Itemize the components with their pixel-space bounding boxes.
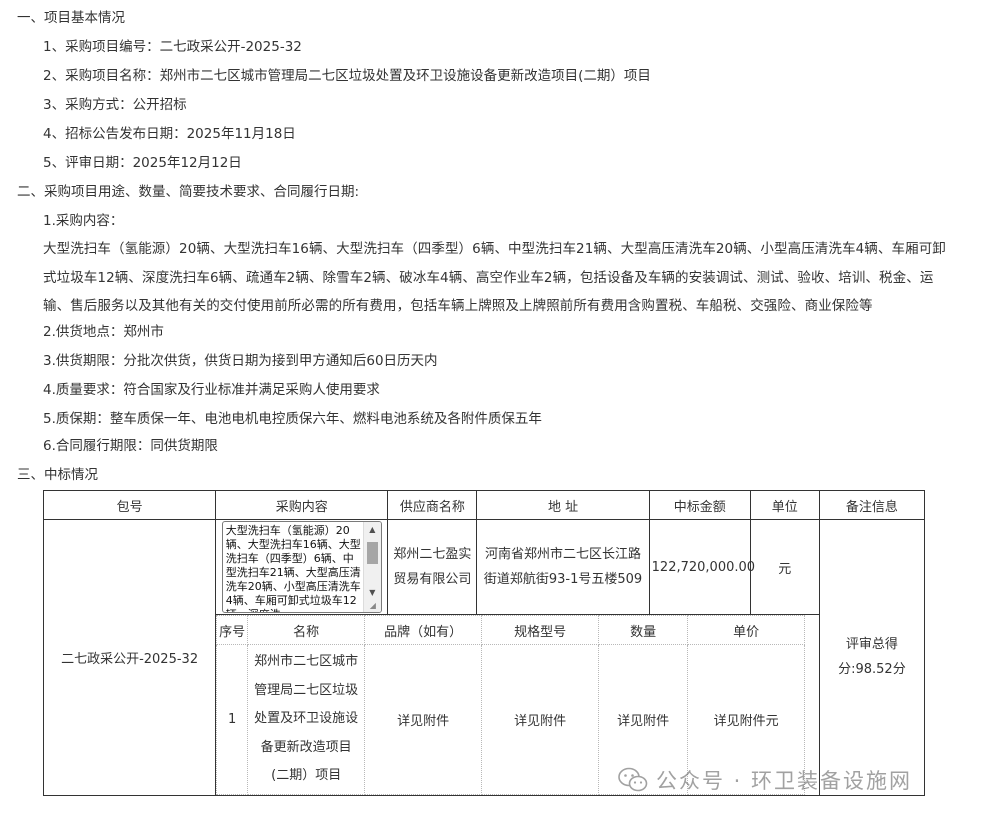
header-content: 采购内容 [215, 490, 389, 520]
award-table-row: 二七政采公开-2025-32 大型洗扫车（氢能源）20辆、大型洗扫车16辆、大型… [42, 519, 926, 796]
section-heading-basic-info: 一、项目基本情况 [17, 10, 125, 26]
detail-brand: 详见附件 [364, 644, 483, 795]
item-project-name: 2、采购项目名称：郑州市二七区城市管理局二七区垃圾处置及环卫设施设备更新改造项目… [43, 68, 651, 84]
detail-name-line: 处置及环卫设施设 [254, 711, 359, 727]
detail-name-line: 备更新改造项目 [260, 739, 352, 755]
resize-grip-icon[interactable]: ◢ [370, 601, 380, 611]
content-textarea[interactable]: 大型洗扫车（氢能源）20辆、大型洗扫车16辆、大型洗扫车（四季型）6辆、中型洗扫… [221, 521, 382, 613]
package-number-cell: 二七政采公开-2025-32 [42, 519, 217, 796]
amount-cell: 122,720,000.00 [648, 519, 755, 615]
detail-header-price: 单价 [687, 615, 806, 645]
scroll-down-arrow-icon[interactable]: ▼ [364, 585, 381, 600]
scroll-up-arrow-icon[interactable]: ▲ [364, 522, 381, 537]
remarks-line: 分:98.52分 [838, 662, 906, 678]
supplier-cell: 郑州二七盈实 贸易有限公司 [387, 519, 478, 615]
header-remarks: 备注信息 [818, 490, 926, 520]
detail-name: 郑州市二七区城市 管理局二七区垃圾 处置及环卫设施设 备更新改造项目 (二期）项… [247, 644, 366, 795]
remarks-cell: 评审总得 分:98.52分 [818, 519, 926, 796]
detail-model: 详见附件 [481, 644, 600, 795]
scroll-thumb[interactable] [366, 542, 378, 564]
content-textarea-text: 大型洗扫车（氢能源）20辆、大型洗扫车16辆、大型洗扫车（四季型）6辆、中型洗扫… [225, 524, 361, 612]
header-unit: 单位 [749, 490, 820, 520]
address-cell: 河南省郑州市二七区长江路 街道郑航街93-1号五楼509 [476, 519, 650, 615]
item-contract-period: 6.合同履行期限：同供货期限 [43, 438, 218, 454]
wechat-icon [618, 767, 648, 793]
textarea-scrollbar[interactable]: ▲ ▼ [362, 522, 381, 612]
header-amount: 中标金额 [648, 490, 751, 520]
detail-header-qty: 数量 [598, 615, 689, 645]
content-line: 大型洗扫车（氢能源）20辆、大型洗扫车16辆、大型洗扫车（四季型）6辆、中型洗扫… [43, 241, 946, 257]
detail-header-seq: 序号 [216, 615, 249, 645]
item-quality-requirement: 4.质量要求：符合国家及行业标准并满足采购人使用要求 [43, 382, 380, 398]
detail-header-name: 名称 [247, 615, 366, 645]
header-package: 包号 [42, 490, 217, 520]
detail-name-line: 郑州市二七区城市 [254, 654, 359, 669]
item-delivery-period: 3.供货期限：分批次供货，供货日期为接到甲方通知后60日历天内 [43, 353, 438, 369]
content-cell: 大型洗扫车（氢能源）20辆、大型洗扫车16辆、大型洗扫车（四季型）6辆、中型洗扫… [215, 519, 389, 615]
section-heading-requirements: 二、采购项目用途、数量、简要技术要求、合同履行日期: [17, 184, 360, 200]
procurement-content-paragraph: 大型洗扫车（氢能源）20辆、大型洗扫车16辆、大型洗扫车（四季型）6辆、中型洗扫… [43, 235, 973, 321]
section-heading-award: 三、中标情况 [17, 467, 98, 483]
item-project-number: 1、采购项目编号：二七政采公开-2025-32 [43, 39, 302, 55]
detail-name-line: (二期）项目 [271, 768, 342, 784]
award-table: 包号 采购内容 供应商名称 地 址 中标金额 单位 备注信息 二七政采公开-20… [42, 490, 926, 796]
item-procurement-method: 3、采购方式：公开招标 [43, 97, 187, 113]
item-review-date: 5、评审日期：2025年12月12日 [43, 155, 242, 171]
detail-seq: 1 [216, 644, 249, 795]
item-announcement-date: 4、招标公告发布日期：2025年11月18日 [43, 126, 296, 142]
watermark-text: 公众号 · 环卫装备设施网 [656, 769, 913, 793]
detail-name-line: 管理局二七区垃圾 [254, 682, 359, 698]
detail-header-row: 序号 名称 品牌（如有） 规格型号 数量 单价 [216, 615, 806, 645]
content-heading: 1.采购内容： [43, 213, 124, 229]
item-warranty: 5.质保期：整车质保一年、电池电机电控质保六年、燃料电池系统及各附件质保五年 [43, 411, 542, 427]
header-supplier: 供应商名称 [387, 490, 478, 520]
watermark: 公众号 · 环卫装备设施网 [618, 762, 912, 798]
item-delivery-location: 2.供货地点：郑州市 [43, 324, 164, 340]
address-line: 河南省郑州市二七区长江路 [485, 547, 642, 562]
award-table-header-row: 包号 采购内容 供应商名称 地 址 中标金额 单位 备注信息 [42, 490, 926, 520]
header-address: 地 址 [476, 490, 650, 520]
content-line: 式垃圾车12辆、深度洗扫车6辆、疏通车2辆、除雪车2辆、破冰车4辆、高空作业车2… [43, 269, 934, 286]
address-line: 街道郑航街93-1号五楼509 [483, 572, 643, 587]
supplier-line: 郑州二七盈实 [393, 547, 472, 562]
content-line: 输、售后服务以及其他有关的交付使用前所必需的所有费用，包括车辆上牌照及上牌照前所… [43, 298, 873, 314]
remarks-line: 评审总得 [845, 637, 898, 653]
detail-header-model: 规格型号 [481, 615, 600, 645]
unit-cell: 元 [749, 519, 820, 615]
detail-header-brand: 品牌（如有） [364, 615, 483, 645]
supplier-line: 贸易有限公司 [393, 572, 472, 587]
